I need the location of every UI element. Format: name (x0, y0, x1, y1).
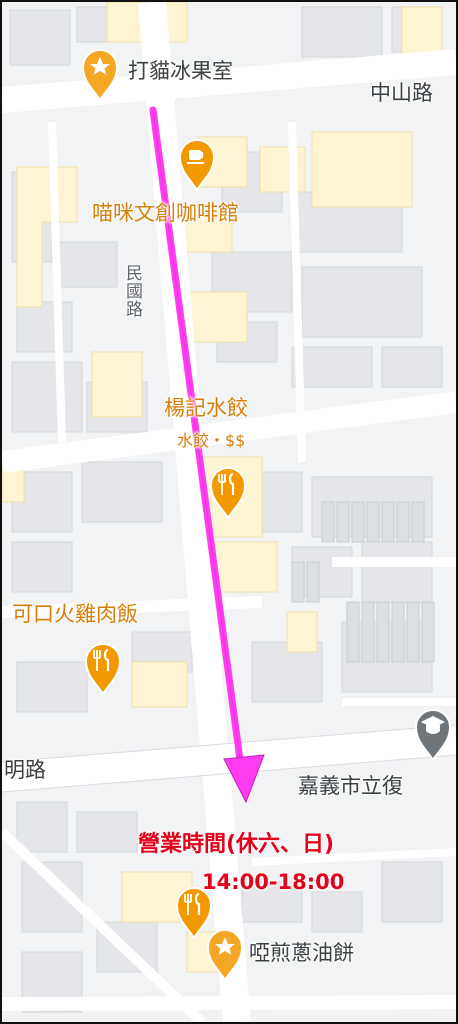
turkey-rice-label[interactable]: 可口火雞肉飯 (12, 598, 138, 628)
fruit-shop-label[interactable]: 打貓冰果室 (128, 55, 233, 85)
map-canvas[interactable] (2, 2, 456, 1022)
school-label[interactable]: 嘉義市立復 (298, 770, 403, 800)
business-hours-title: 營業時間(休六、日) (138, 832, 335, 857)
business-hours-time: 14:00-18:00 (202, 870, 345, 894)
road-label-minguo: 民國路 (122, 264, 142, 318)
cafe-label[interactable]: 喵咪文創咖啡館 (92, 197, 239, 227)
dumplings-category: 水餃・$$ (177, 431, 246, 450)
road-label-left: 明路 (4, 758, 46, 782)
scallion-pancake-label[interactable]: 啞煎蔥油餅 (249, 937, 354, 967)
dumplings-label[interactable]: 楊記水餃 (164, 392, 248, 422)
road-label-zhongshan: 中山路 (370, 81, 433, 105)
map-frame: 打貓冰果室 中山路 喵咪文創咖啡館 民國路 楊記水餃 水餃・$$ 可口火雞肉飯 … (0, 0, 458, 1024)
